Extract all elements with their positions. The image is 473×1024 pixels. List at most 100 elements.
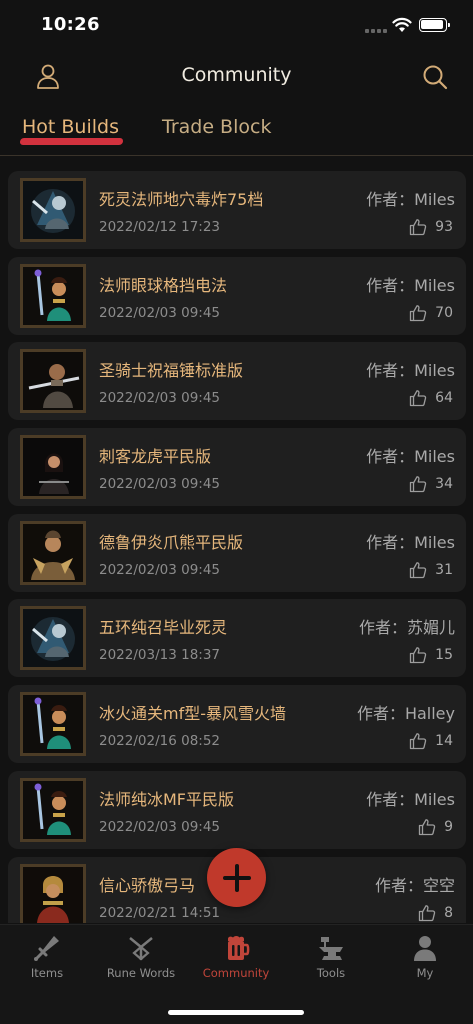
build-author: 作者：Miles: [366, 789, 455, 809]
like-count[interactable]: 14: [409, 732, 453, 750]
tab-label: Hot Builds: [22, 116, 119, 138]
build-date: 2022/02/12 17:23: [99, 219, 221, 235]
mug-icon: [228, 936, 250, 960]
search-icon[interactable]: [421, 63, 449, 91]
tab-community[interactable]: Community: [189, 933, 283, 980]
like-count[interactable]: 64: [409, 389, 453, 407]
sorceress-portrait: [20, 692, 86, 757]
build-card[interactable]: 德鲁伊炎爪熊平民版 2022/02/03 09:45 作者：Miles 31: [8, 513, 466, 592]
build-date: 2022/02/03 09:45: [99, 561, 221, 578]
active-tab-underline: [19, 138, 124, 145]
thumbs-up-icon: [410, 561, 427, 578]
status-time: 10:26: [41, 14, 100, 35]
like-count-value: 8: [444, 904, 453, 921]
like-count-value: 9: [444, 818, 453, 835]
like-count[interactable]: 34: [409, 475, 453, 493]
like-count-value: 14: [435, 733, 453, 750]
thumbs-up-icon: [418, 904, 436, 921]
build-card[interactable]: 法师眼球格挡电法 2022/02/03 09:45 作者：Miles 70: [8, 256, 466, 335]
thumbs-up-icon: [410, 647, 427, 664]
build-title: 刺客龙虎平民版: [99, 447, 212, 467]
thumbs-up-icon: [410, 733, 427, 750]
nav-bar: Community: [0, 52, 473, 100]
tab-trade-block[interactable]: Trade Block: [162, 116, 271, 138]
tab-my[interactable]: My: [378, 933, 472, 980]
thumbs-up-icon: [410, 304, 427, 321]
like-count-value: 34: [435, 476, 453, 493]
assassin-portrait: [20, 435, 86, 500]
build-author: 作者：Miles: [366, 190, 455, 209]
thumbs-up-icon: [410, 390, 427, 407]
build-date: 2022/02/03 09:45: [99, 476, 221, 493]
tab-bar-label: Items: [30, 966, 64, 980]
tab-rune-words[interactable]: Rune Words: [94, 933, 188, 980]
build-author: 作者：Miles: [366, 275, 455, 295]
thumbs-up-icon: [418, 818, 436, 835]
build-title: 五环纯召毕业死灵: [99, 618, 228, 638]
sorceress-portrait: [20, 263, 86, 328]
necromancer-portrait: [20, 178, 86, 242]
tab-bar-label: Tools: [316, 966, 346, 980]
like-count[interactable]: 9: [418, 818, 453, 836]
build-date: 2022/02/03 09:45: [99, 390, 221, 407]
tab-hot-builds[interactable]: Hot Builds: [19, 116, 124, 145]
amazon-portrait: [20, 863, 86, 923]
build-title: 法师眼球格挡电法: [99, 275, 228, 295]
like-count[interactable]: 8: [418, 904, 453, 922]
segment-tabs: Hot Builds Trade Block: [0, 100, 473, 156]
build-title: 冰火通关mf型-暴风雪火墙: [99, 704, 286, 724]
necromancer-portrait: [20, 606, 86, 671]
thumbs-up-icon: [410, 476, 427, 493]
sword-icon: [34, 936, 59, 961]
rune-icon: [129, 937, 153, 961]
tab-label: Trade Block: [162, 116, 272, 138]
status-bar: 10:26: [0, 0, 473, 52]
build-title: 信心骄傲弓马: [99, 875, 196, 895]
like-count-value: 15: [435, 647, 453, 664]
anvil-icon: [319, 937, 343, 960]
build-card[interactable]: 刺客龙虎平民版 2022/02/03 09:45 作者：Miles 34: [8, 428, 466, 507]
build-author: 作者：Miles: [366, 447, 455, 467]
tab-tools[interactable]: Tools: [284, 933, 378, 980]
build-author: 作者：Halley: [356, 704, 455, 724]
like-count-value: 64: [435, 390, 453, 407]
like-count[interactable]: 15: [409, 646, 453, 664]
tab-bar-label: My: [416, 966, 434, 980]
like-count[interactable]: 31: [409, 561, 453, 579]
build-author: 作者：苏媚儿: [358, 618, 455, 638]
build-date: 2022/02/16 08:52: [99, 733, 221, 750]
paladin-portrait: [20, 349, 86, 414]
like-count[interactable]: 93: [409, 218, 453, 236]
build-author: 作者：Miles: [366, 532, 455, 552]
build-date: 2022/02/21 14:51: [99, 904, 221, 921]
cellular-signal-icon: [365, 27, 387, 33]
druid-portrait: [20, 520, 86, 585]
bottom-tab-bar: Items Rune Words Community Tools My: [0, 924, 473, 1024]
person-icon: [414, 936, 436, 961]
wifi-icon: [392, 17, 412, 32]
build-title: 圣骑士祝福锤标准版: [99, 361, 244, 381]
build-date: 2022/02/03 09:45: [99, 818, 221, 835]
build-list[interactable]: 死灵法师地穴毒炸75档 2022/02/12 17:23 作者：Miles 93…: [8, 171, 466, 923]
build-title: 死灵法师地穴毒炸75档: [99, 190, 264, 209]
build-date: 2022/02/03 09:45: [99, 304, 221, 321]
like-count-value: 70: [435, 304, 453, 321]
plus-icon: [222, 863, 251, 892]
build-card[interactable]: 圣骑士祝福锤标准版 2022/02/03 09:45 作者：Miles 64: [8, 342, 466, 421]
build-card[interactable]: 法师纯冰MF平民版 2022/02/03 09:45 作者：Miles 9: [8, 770, 466, 849]
battery-icon: [419, 18, 450, 32]
build-author: 作者：空空: [374, 875, 455, 895]
build-author: 作者：Miles: [366, 361, 455, 381]
like-count-value: 93: [435, 219, 453, 235]
build-title: 德鲁伊炎爪熊平民版: [99, 532, 244, 552]
add-build-button[interactable]: [207, 848, 266, 907]
build-card[interactable]: 死灵法师地穴毒炸75档 2022/02/12 17:23 作者：Miles 93: [8, 171, 466, 249]
tab-items[interactable]: Items: [0, 933, 94, 980]
sorceress-portrait: [20, 777, 86, 842]
like-count[interactable]: 70: [409, 304, 453, 322]
tab-bar-label: Rune Words: [106, 966, 176, 980]
build-card[interactable]: 五环纯召毕业死灵 2022/03/13 18:37 作者：苏媚儿 15: [8, 599, 466, 678]
thumbs-up-icon: [410, 219, 427, 236]
build-card[interactable]: 冰火通关mf型-暴风雪火墙 2022/02/16 08:52 作者：Halley…: [8, 685, 466, 764]
build-date: 2022/03/13 18:37: [99, 647, 221, 664]
